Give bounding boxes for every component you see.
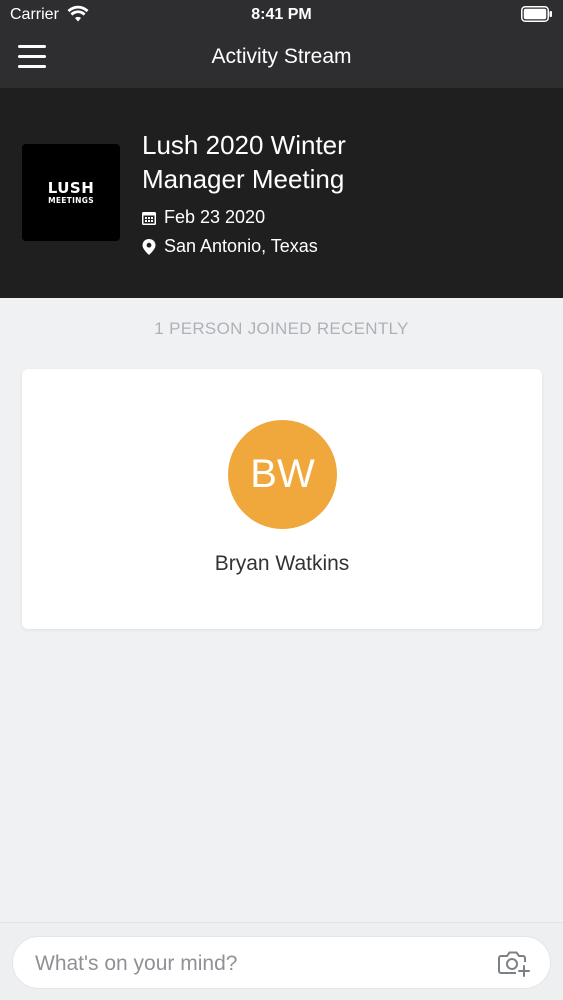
event-date: Feb 23 2020 (164, 207, 266, 227)
location-pin-icon (142, 238, 156, 255)
composer-bar: What's on your mind? (0, 922, 563, 1000)
logo-line-2: MEETINGS (48, 196, 94, 205)
person-card[interactable]: BW Bryan Watkins (22, 369, 542, 629)
person-name: Bryan Watkins (214, 552, 350, 575)
event-location: San Antonio, Texas (164, 236, 318, 256)
post-input[interactable]: What's on your mind? (12, 936, 551, 989)
page-title: Activity Stream (211, 45, 352, 68)
event-location-row: San Antonio, Texas (142, 236, 318, 257)
camera-add-icon[interactable] (498, 949, 530, 977)
event-date-row: Feb 23 2020 (142, 207, 265, 228)
logo-line-1: LUSH (47, 179, 95, 197)
battery-icon (521, 6, 552, 22)
navigation-bar: Activity Stream (0, 30, 563, 88)
event-logo: LUSH MEETINGS (22, 144, 120, 241)
calendar-icon (142, 211, 156, 225)
top-bar: Carrier 8:41 PM Activity Stream (0, 0, 563, 88)
post-input-placeholder: What's on your mind? (35, 952, 238, 975)
status-bar: Carrier 8:41 PM (0, 0, 563, 30)
event-title: Lush 2020 Winter Manager Meeting (142, 130, 346, 194)
event-header: LUSH MEETINGS Lush 2020 Winter Manager M… (0, 88, 563, 298)
avatar[interactable]: BW (228, 420, 337, 529)
clock: 8:41 PM (251, 6, 312, 23)
joined-recently-heading: 1 PERSON JOINED RECENTLY (154, 319, 409, 338)
